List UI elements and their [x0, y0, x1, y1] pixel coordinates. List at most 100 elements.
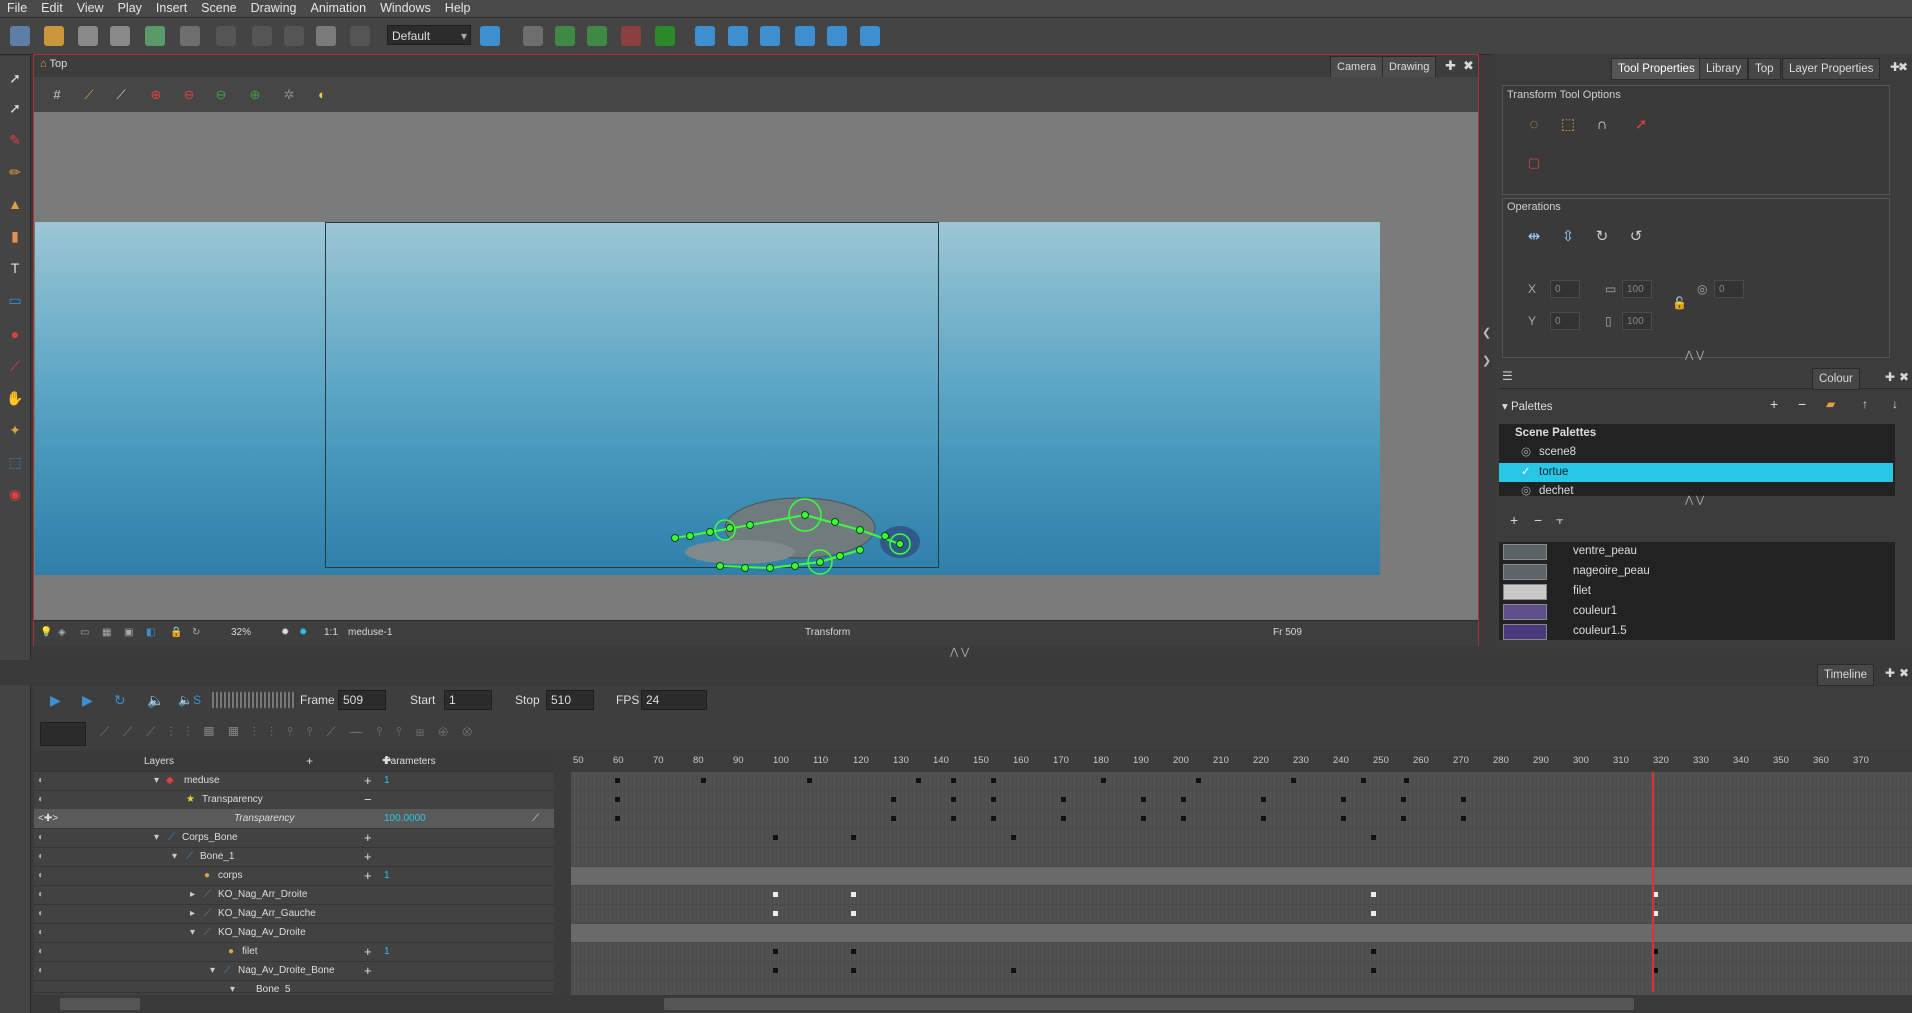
- keyframe[interactable]: [1401, 816, 1406, 821]
- timeline-track[interactable]: [571, 886, 1912, 905]
- menu-play[interactable]: Play: [111, 0, 149, 17]
- layer-row[interactable]: ◐ ● corps + 1: [34, 866, 554, 886]
- timeline-track[interactable]: [571, 791, 1912, 810]
- layer-row[interactable]: ◐ ▾ ⟋ Corps_Bone +: [34, 828, 554, 848]
- zoom-level[interactable]: 32%: [231, 627, 251, 638]
- scale-icon[interactable]: [760, 26, 780, 46]
- keyframe[interactable]: [773, 835, 778, 840]
- keyframe[interactable]: [1141, 816, 1146, 821]
- paste-icon[interactable]: [316, 26, 336, 46]
- height-field[interactable]: 100: [1622, 312, 1652, 330]
- transform-tool-icon[interactable]: ⬚: [5, 452, 25, 472]
- angle-field[interactable]: 0: [1714, 280, 1744, 298]
- menu-animation[interactable]: Animation: [303, 0, 373, 17]
- menu-insert[interactable]: Insert: [149, 0, 194, 17]
- open-icon[interactable]: [44, 26, 64, 46]
- keyframe[interactable]: [1141, 797, 1146, 802]
- layer-row[interactable]: <✚> Transparency 100.0000 ⟋: [34, 809, 554, 829]
- collapse-icon[interactable]: ▾: [210, 961, 215, 980]
- menu-drawing[interactable]: Drawing: [244, 0, 304, 17]
- reset-view-icon[interactable]: ↻: [192, 627, 200, 638]
- workspace-manager-icon[interactable]: [480, 26, 500, 46]
- keyframe[interactable]: [951, 778, 956, 783]
- bone-tool-icon[interactable]: [523, 26, 543, 46]
- redo-icon[interactable]: [216, 26, 236, 46]
- keyframe[interactable]: [1401, 797, 1406, 802]
- tab-timeline[interactable]: Timeline: [1817, 664, 1875, 686]
- swatch-item[interactable]: ventre_peau: [1499, 542, 1893, 561]
- layer-row[interactable]: ◐ ▾ ⟋ Bone_1 +: [34, 847, 554, 867]
- keyframe[interactable]: [773, 911, 778, 916]
- palette-dechet[interactable]: ◎ dechet: [1499, 482, 1893, 496]
- swatch-item[interactable]: couleur1: [1499, 602, 1893, 621]
- menu-windows[interactable]: Windows: [373, 0, 438, 17]
- show-controls-icon[interactable]: [655, 26, 675, 46]
- timeline-close-icon[interactable]: ✖: [1899, 666, 1909, 680]
- keyframe[interactable]: [991, 797, 996, 802]
- keyframe[interactable]: [1261, 797, 1266, 802]
- tab-library[interactable]: Library: [1699, 58, 1749, 80]
- rotate-90-cw-icon[interactable]: ↻: [1591, 226, 1613, 248]
- timeline-track[interactable]: [571, 905, 1912, 924]
- snap-magnet-icon[interactable]: ∩: [1591, 114, 1613, 136]
- close-panel-icon[interactable]: ✖: [1898, 60, 1908, 74]
- stop-field[interactable]: 510: [546, 690, 594, 710]
- menu-file[interactable]: File: [0, 0, 34, 17]
- light-table-icon[interactable]: ✲: [280, 86, 298, 104]
- keyframe[interactable]: [773, 968, 778, 973]
- grid-icon[interactable]: #: [48, 86, 66, 104]
- loop-icon[interactable]: ↻: [114, 690, 126, 710]
- lamp-icon[interactable]: ◐: [313, 86, 331, 104]
- keyframe[interactable]: [1261, 816, 1266, 821]
- keyframe[interactable]: [1196, 778, 1201, 783]
- keyframe[interactable]: [916, 778, 921, 783]
- save-icon[interactable]: [78, 26, 98, 46]
- rigging-icon[interactable]: [621, 26, 641, 46]
- safe-area-icon[interactable]: ▣: [124, 627, 133, 638]
- bounding-box-icon[interactable]: ▢: [1523, 152, 1545, 174]
- keyframe[interactable]: [1291, 778, 1296, 783]
- grid-toggle-icon[interactable]: ▦: [102, 627, 111, 638]
- keyframe[interactable]: [951, 797, 956, 802]
- palette-scene8[interactable]: ◎ scene8: [1499, 443, 1893, 462]
- tab-camera[interactable]: Camera: [1330, 56, 1384, 78]
- rectangle-tool-icon[interactable]: ▭: [5, 290, 25, 310]
- keyframe[interactable]: [1011, 835, 1016, 840]
- start-field[interactable]: 1: [444, 690, 492, 710]
- param-nav-icon[interactable]: <✚>: [38, 809, 58, 828]
- width-field[interactable]: 100: [1622, 280, 1652, 298]
- keyframe[interactable]: [1371, 911, 1376, 916]
- layer-row[interactable]: ▾ Bone_5: [34, 980, 554, 993]
- visibility-icon[interactable]: ◐: [38, 961, 44, 980]
- add-colour-icon[interactable]: +: [1510, 512, 1518, 528]
- timeline-track[interactable]: [571, 924, 1912, 943]
- onion-prev-icon[interactable]: ⊖: [180, 86, 198, 104]
- expand-icon[interactable]: ▸: [190, 904, 195, 923]
- text-tool-icon[interactable]: T: [5, 258, 25, 278]
- move-up-icon[interactable]: ↑: [1862, 397, 1868, 411]
- keyframe[interactable]: [1461, 816, 1466, 821]
- keyframe[interactable]: [807, 778, 812, 783]
- guide-icon[interactable]: ⟋: [112, 86, 130, 104]
- lasso-icon[interactable]: ◌: [1523, 114, 1545, 136]
- y-field[interactable]: 0: [1550, 312, 1580, 330]
- tab-top[interactable]: Top: [1748, 58, 1781, 80]
- keyframe[interactable]: [851, 835, 856, 840]
- marquee-icon[interactable]: ⬚: [1557, 114, 1579, 136]
- layer-row[interactable]: ◐ ▾ ◆ meduse + 1: [34, 771, 554, 791]
- keyframe[interactable]: [1404, 778, 1409, 783]
- lock-ratio-icon[interactable]: 🔓: [1672, 296, 1687, 310]
- visibility-icon[interactable]: ◐: [38, 885, 44, 904]
- delete-icon[interactable]: [350, 26, 370, 46]
- layers-icon[interactable]: ◈: [58, 627, 66, 638]
- onion-add-icon[interactable]: ⊕: [246, 86, 264, 104]
- rotate-90-ccw-icon[interactable]: ↺: [1625, 226, 1647, 248]
- bone-tool-icon-left[interactable]: ✦: [5, 420, 25, 440]
- timeline-track[interactable]: [571, 943, 1912, 962]
- playback-speed-slider[interactable]: [212, 692, 296, 708]
- tab-tool-properties[interactable]: Tool Properties: [1611, 58, 1702, 80]
- camera-mask-icon[interactable]: ◧: [146, 627, 155, 638]
- collapse-icon[interactable]: ▾: [154, 828, 159, 847]
- fps-field[interactable]: 24: [641, 690, 707, 710]
- collapse-icon[interactable]: ▾: [190, 923, 195, 942]
